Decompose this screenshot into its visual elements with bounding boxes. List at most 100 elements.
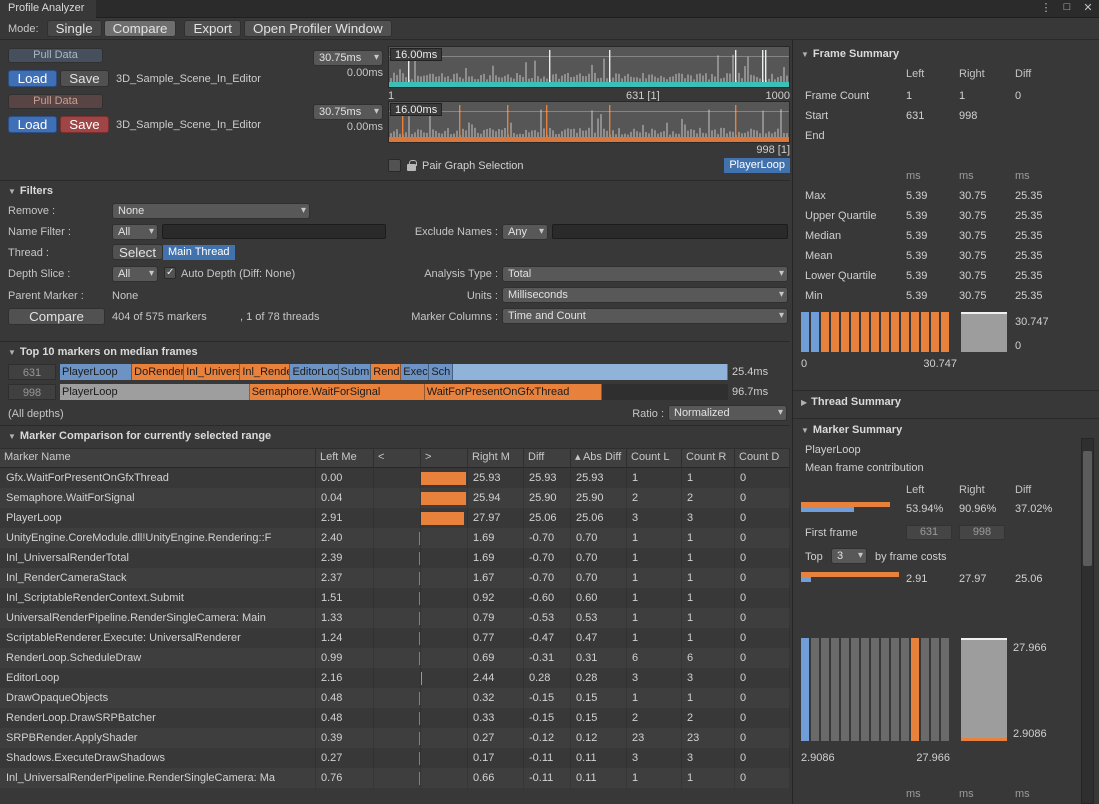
cell: ScriptableRenderer.Execute: UniversalRen… xyxy=(0,628,316,648)
column-header[interactable]: Count R xyxy=(682,448,735,468)
save-left-button[interactable]: Save xyxy=(60,70,109,87)
table-row[interactable]: Gfx.WaitForPresentOnGfxThread0.0025.9325… xyxy=(0,468,790,488)
column-header[interactable]: Count D xyxy=(735,448,790,468)
thread-chip[interactable]: Main Thread xyxy=(163,245,235,260)
frame-time-graph-top[interactable]: 16.00ms xyxy=(388,46,790,88)
table-row[interactable]: ScriptableRenderer.Execute: UniversalRen… xyxy=(0,628,790,648)
top10-segment-playerloop[interactable]: PlayerLoop xyxy=(60,384,250,400)
cell: 2.16 xyxy=(316,668,374,688)
units-label: Units : xyxy=(388,290,498,302)
table-row[interactable]: Inl_UniversalRenderTotal2.391.69-0.700.7… xyxy=(0,548,790,568)
marker-summary-header[interactable]: ▼ Marker Summary xyxy=(801,424,902,436)
table-row[interactable]: PlayerLoop2.9127.9725.0625.06330 xyxy=(0,508,790,528)
top-n-dropdown[interactable]: 3 ▾ xyxy=(831,548,867,564)
filters-header[interactable]: ▼ Filters xyxy=(8,185,53,197)
depth-slice-dropdown[interactable]: All ▾ xyxy=(112,266,158,282)
column-header[interactable]: < xyxy=(374,448,421,468)
ratio-dropdown[interactable]: Normalized ▾ xyxy=(668,405,787,421)
bottom-graph-scale-dropdown[interactable]: 30.75ms ▾ xyxy=(313,104,383,120)
top10-segment-sch[interactable]: Sch xyxy=(429,364,453,380)
open-profiler-button[interactable]: Open Profiler Window xyxy=(244,20,392,37)
table-row[interactable]: Semaphore.WaitForSignal0.0425.9425.9025.… xyxy=(0,488,790,508)
load-left-button[interactable]: Load xyxy=(8,70,57,87)
mode-single-button[interactable]: Single xyxy=(47,20,102,37)
table-row[interactable]: RenderLoop.DrawSRPBatcher0.480.33-0.150.… xyxy=(0,708,790,728)
cell: -0.15 xyxy=(524,708,571,728)
name-filter-input[interactable] xyxy=(162,224,386,239)
top10-segment-submi[interactable]: Submi xyxy=(339,364,372,380)
cell: 3 xyxy=(682,748,735,768)
frame-number-right[interactable]: 998 xyxy=(8,384,56,400)
top-graph-scale-dropdown[interactable]: 30.75ms ▾ xyxy=(313,50,383,66)
maximize-icon[interactable]: □ xyxy=(1060,1,1074,14)
column-header[interactable]: Left Me xyxy=(316,448,374,468)
close-icon[interactable]: ✕ xyxy=(1081,1,1095,14)
top10-segment-playerloop[interactable]: PlayerLoop xyxy=(60,364,132,380)
cell: 0.27 xyxy=(316,748,374,768)
units-dropdown[interactable]: Milliseconds ▾ xyxy=(502,287,788,303)
window-tab[interactable]: Profile Analyzer xyxy=(0,0,96,18)
frame-summary-header[interactable]: ▼ Frame Summary xyxy=(801,48,899,60)
exclude-scope-dropdown[interactable]: Any ▾ xyxy=(502,224,548,240)
top10-segment-dorenderl[interactable]: DoRenderl xyxy=(132,364,184,380)
top10-segment-semaphore-waitforsignal[interactable]: Semaphore.WaitForSignal xyxy=(250,384,425,400)
column-left: Left xyxy=(906,68,924,80)
top10-segment-waitforpresentongfxthread[interactable]: WaitForPresentOnGfxThread xyxy=(425,384,603,400)
column-header[interactable]: Diff xyxy=(524,448,571,468)
first-frame-right-button[interactable]: 998 xyxy=(959,525,1005,540)
table-row[interactable]: Inl_ScriptableRenderContext.Submit1.510.… xyxy=(0,588,790,608)
table-row[interactable]: UnityEngine.CoreModule.dll!UnityEngine.R… xyxy=(0,528,790,548)
exclude-names-input[interactable] xyxy=(552,224,788,239)
costs-left: 2.91 xyxy=(906,573,927,585)
frame-summary-histogram[interactable] xyxy=(801,312,957,352)
top10-segment-editorloo[interactable]: EditorLoo xyxy=(290,364,338,380)
pull-data-right-button[interactable]: Pull Data xyxy=(8,94,103,109)
cell: 1 xyxy=(627,608,682,628)
pull-data-left-button[interactable]: Pull Data xyxy=(8,48,103,63)
top10-segment-inl-univers[interactable]: Inl_Univers xyxy=(184,364,240,380)
column-header[interactable]: ▴ Abs Diff xyxy=(571,448,627,468)
marker-summary-units: ms ms ms xyxy=(793,788,1093,802)
more-icon[interactable]: ⋮ xyxy=(1039,1,1053,14)
table-row[interactable]: RenderLoop.ScheduleDraw0.990.69-0.310.31… xyxy=(0,648,790,668)
costs-values: 2.91 27.97 25.06 xyxy=(793,573,1093,587)
marker-summary-histogram[interactable] xyxy=(801,638,957,741)
pair-graph-checkbox[interactable] xyxy=(388,159,401,172)
thread-summary-header[interactable]: ▶ Thread Summary xyxy=(801,396,901,408)
marker-comparison-header[interactable]: ▼ Marker Comparison for currently select… xyxy=(8,430,271,442)
auto-depth-checkbox[interactable]: ✓ xyxy=(164,267,176,279)
top10-segment-rende[interactable]: Rende xyxy=(371,364,401,380)
top10-segment[interactable] xyxy=(453,364,728,380)
table-row[interactable]: Inl_UniversalRenderPipeline.RenderSingle… xyxy=(0,768,790,788)
table-row[interactable]: Inl_RenderCameraStack2.371.67-0.700.7011… xyxy=(0,568,790,588)
analysis-type-dropdown[interactable]: Total ▾ xyxy=(502,266,788,282)
table-row[interactable]: UniversalRenderPipeline.RenderSingleCame… xyxy=(0,608,790,628)
table-row[interactable]: Shadows.ExecuteDrawShadows0.270.17-0.110… xyxy=(0,748,790,768)
compare-button[interactable]: Compare xyxy=(8,308,105,325)
table-row[interactable]: SRPBRender.ApplyShader0.390.27-0.120.122… xyxy=(0,728,790,748)
mode-compare-button[interactable]: Compare xyxy=(104,20,177,37)
top10-segment-inl-render[interactable]: Inl_Render xyxy=(240,364,290,380)
column-header[interactable]: Count L xyxy=(627,448,682,468)
right-panel-scrollbar[interactable] xyxy=(1081,438,1094,804)
table-row[interactable]: DrawOpaqueObjects0.480.32-0.150.15110 xyxy=(0,688,790,708)
selected-marker-chip[interactable]: PlayerLoop xyxy=(724,158,790,173)
load-right-button[interactable]: Load xyxy=(8,116,57,133)
marker-columns-dropdown[interactable]: Time and Count ▾ xyxy=(502,308,788,324)
save-right-button[interactable]: Save xyxy=(60,116,109,133)
cell: 1 xyxy=(682,768,735,788)
column-header[interactable]: > xyxy=(421,448,468,468)
export-button[interactable]: Export xyxy=(184,20,241,37)
top10-segment-exec[interactable]: Exec xyxy=(401,364,429,380)
frame-number-left[interactable]: 631 xyxy=(8,364,56,380)
thread-select-button[interactable]: Select xyxy=(112,244,163,260)
first-frame-left-button[interactable]: 631 xyxy=(906,525,952,540)
name-filter-scope-dropdown[interactable]: All ▾ xyxy=(112,224,158,240)
column-header[interactable]: Right M xyxy=(468,448,524,468)
remove-dropdown[interactable]: None ▾ xyxy=(112,203,310,219)
scrollbar-thumb[interactable] xyxy=(1083,451,1092,566)
top10-header[interactable]: ▼ Top 10 markers on median frames xyxy=(8,346,198,358)
frame-time-graph-bottom[interactable]: 16.00ms xyxy=(388,101,790,143)
column-header[interactable]: Marker Name xyxy=(0,448,316,468)
table-row[interactable]: EditorLoop2.162.440.280.28330 xyxy=(0,668,790,688)
